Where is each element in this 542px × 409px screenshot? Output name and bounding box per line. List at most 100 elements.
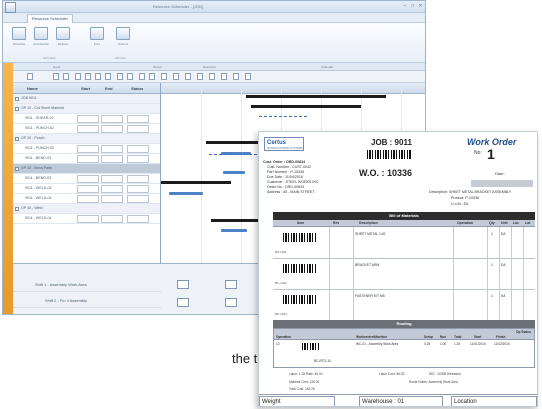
summary-labor-cost: Labor Cost: 56.25 bbox=[379, 372, 405, 376]
toolbar-button[interactable] bbox=[209, 73, 215, 80]
row-cell[interactable] bbox=[101, 155, 123, 163]
toolbar-button[interactable] bbox=[127, 73, 133, 80]
toolbar-button[interactable] bbox=[85, 73, 91, 80]
close-icon[interactable]: ✕ bbox=[417, 3, 424, 9]
toolbar-button[interactable] bbox=[185, 73, 191, 80]
side-panel-tab[interactable] bbox=[3, 63, 13, 314]
row-cell[interactable] bbox=[77, 125, 99, 133]
table-row[interactable]: 9011 - BEND-03 bbox=[13, 154, 160, 164]
load-cell[interactable] bbox=[225, 280, 237, 289]
item-barcode bbox=[283, 295, 317, 304]
toolbar-button[interactable] bbox=[161, 73, 167, 80]
expand-icon[interactable] bbox=[15, 107, 19, 111]
row-cell[interactable] bbox=[101, 115, 123, 123]
product-info-line: Description: SHEET METAL BRACKET ASSEMBL… bbox=[429, 190, 512, 194]
print-button[interactable]: Print bbox=[89, 27, 105, 49]
toolbar-button[interactable] bbox=[105, 73, 111, 80]
column-header-status[interactable]: Status bbox=[131, 86, 143, 91]
toolbar-button[interactable] bbox=[53, 73, 59, 80]
toolbar-button[interactable] bbox=[75, 73, 81, 80]
bom-header-rev: Rev bbox=[333, 221, 340, 225]
row-cell[interactable] bbox=[101, 215, 123, 223]
row-cell[interactable] bbox=[127, 195, 149, 203]
expand-icon[interactable] bbox=[15, 167, 19, 171]
app-icon[interactable] bbox=[5, 2, 16, 13]
row-cell[interactable] bbox=[127, 145, 149, 153]
column-header-start[interactable]: Start bbox=[81, 86, 90, 91]
row-cell[interactable] bbox=[77, 115, 99, 123]
date-label: Date: bbox=[495, 171, 505, 176]
table-row[interactable]: 9011 - PUNCH-02 bbox=[13, 124, 160, 134]
toolbar-button[interactable] bbox=[63, 73, 69, 80]
row-cell[interactable] bbox=[101, 185, 123, 193]
row-cell[interactable] bbox=[127, 155, 149, 163]
toolbar-button[interactable] bbox=[197, 73, 203, 80]
table-row[interactable]: OP 30 - Bend Parts bbox=[13, 164, 160, 174]
column-divider bbox=[487, 258, 488, 289]
toolbar-button[interactable] bbox=[173, 73, 179, 80]
column-header-end[interactable]: End bbox=[105, 86, 113, 91]
toolbar-button[interactable] bbox=[95, 73, 101, 80]
schedule-button[interactable]: Schedule bbox=[11, 27, 27, 49]
row-cell[interactable] bbox=[77, 145, 99, 153]
routing-start: 11/01/2016 bbox=[470, 342, 486, 346]
gantt-summary-bar[interactable] bbox=[251, 105, 361, 108]
table-row[interactable]: 9011 - SHEAR-01 bbox=[13, 114, 160, 124]
toolbar-button[interactable] bbox=[221, 73, 227, 80]
gantt-task-bar[interactable] bbox=[221, 229, 247, 232]
toolbar-button[interactable] bbox=[233, 73, 239, 80]
maximize-icon[interactable]: □ bbox=[409, 3, 416, 9]
gantt-task-bar[interactable] bbox=[259, 116, 307, 117]
grid-group-row[interactable]: OP 40 - Weld bbox=[13, 204, 160, 214]
toolbar-button[interactable] bbox=[117, 73, 123, 80]
table-row[interactable]: 9011 - PUNCH-02 bbox=[13, 144, 160, 154]
gantt-task-bar[interactable] bbox=[169, 192, 203, 195]
refresh-button[interactable]: Refresh bbox=[55, 27, 71, 49]
toolbar-button[interactable] bbox=[149, 73, 155, 80]
row-cell[interactable] bbox=[127, 125, 149, 133]
bom-column-headers: Item Rev Description Operation Qty Unit … bbox=[273, 220, 535, 227]
load-cell[interactable] bbox=[177, 298, 189, 307]
routing-run: 1.00 bbox=[440, 342, 447, 346]
load-cell[interactable] bbox=[225, 298, 237, 307]
options-button[interactable]: Options bbox=[115, 27, 131, 49]
grid-group-row[interactable]: OP 10 - Cut Sheet Material bbox=[13, 104, 160, 114]
load-row[interactable]: Shift 1 - Assembly Work Area bbox=[13, 278, 161, 292]
gantt-summary-bar[interactable] bbox=[161, 181, 231, 184]
row-cell[interactable] bbox=[127, 115, 149, 123]
toolbar-button[interactable] bbox=[139, 73, 145, 80]
row-cell[interactable] bbox=[127, 185, 149, 193]
row-cell[interactable] bbox=[77, 185, 99, 193]
row-cell[interactable] bbox=[101, 125, 123, 133]
row-cell[interactable] bbox=[101, 175, 123, 183]
row-cell[interactable] bbox=[77, 215, 99, 223]
table-row[interactable]: 9011 - BEND-03 bbox=[13, 174, 160, 184]
grid-group-row[interactable]: OP 20 - Punch bbox=[13, 134, 160, 144]
gantt-summary-bar[interactable] bbox=[246, 95, 386, 98]
load-row[interactable]: Shift 2 - Fin 4 Assembly bbox=[13, 294, 161, 308]
row-cell[interactable] bbox=[77, 175, 99, 183]
expand-icon[interactable] bbox=[15, 207, 19, 211]
row-cell[interactable] bbox=[77, 155, 99, 163]
minimize-icon[interactable]: – bbox=[401, 3, 408, 9]
row-cell[interactable] bbox=[127, 175, 149, 183]
row-cell[interactable] bbox=[101, 145, 123, 153]
expand-icon[interactable] bbox=[15, 97, 19, 101]
grid-group-row[interactable]: JOB 9011 bbox=[13, 94, 160, 104]
toolbar-button[interactable] bbox=[27, 73, 33, 80]
row-cell[interactable] bbox=[127, 215, 149, 223]
row-cell[interactable] bbox=[101, 195, 123, 203]
column-header-name[interactable]: Name bbox=[27, 86, 38, 91]
refresh-icon bbox=[56, 27, 70, 40]
routing-header-setup: Setup bbox=[424, 335, 433, 339]
tab-resource-scheduler[interactable]: Resource Scheduler bbox=[27, 14, 73, 23]
load-cell[interactable] bbox=[177, 280, 189, 289]
row-cell[interactable] bbox=[77, 195, 99, 203]
table-row[interactable]: 9011 - WELD-04 bbox=[13, 184, 160, 194]
expand-icon[interactable] bbox=[15, 137, 19, 141]
table-row[interactable]: 9011 - WELD-04 bbox=[13, 194, 160, 204]
table-row[interactable]: 9011 - WELD-04 bbox=[13, 214, 160, 224]
toolbar-button[interactable] bbox=[245, 73, 251, 80]
unschedule-button[interactable]: Unschedule bbox=[33, 27, 49, 49]
gantt-task-bar[interactable] bbox=[223, 171, 245, 174]
